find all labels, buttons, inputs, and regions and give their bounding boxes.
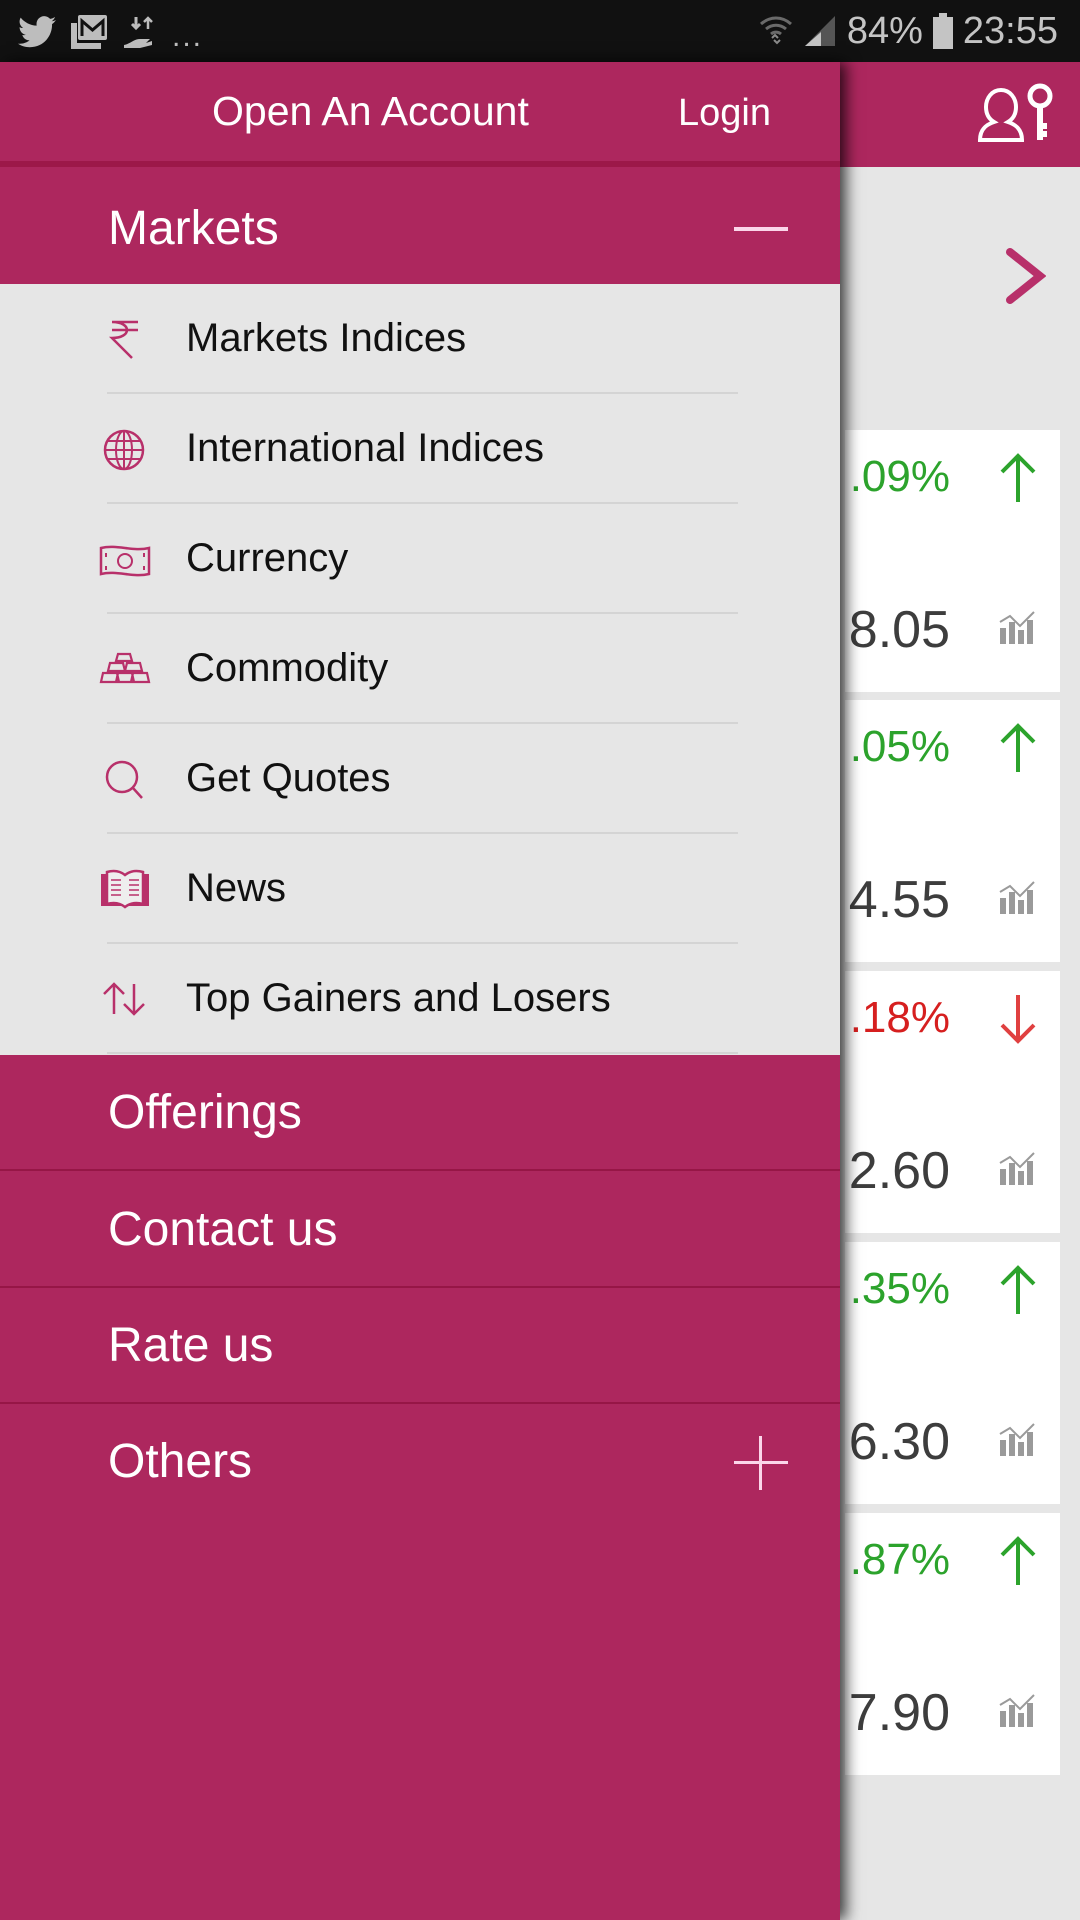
screen: ... 84% 23:55 .09% 8.05 .05% 4.55 .18% 2… [0, 0, 1080, 1920]
clock: 23:55 [962, 9, 1058, 52]
change-percent: .35% [849, 1264, 950, 1313]
change-percent: .05% [849, 722, 950, 771]
gold-bars-icon [99, 652, 151, 684]
more-notifications-indicator: ... [172, 20, 204, 53]
drawer-header: Open An Account Login [0, 62, 840, 167]
menu-item-label: Get Quotes [186, 756, 391, 800]
menu-item-markets-indices[interactable]: Markets Indices [0, 284, 840, 394]
chart-icon[interactable] [998, 608, 1038, 644]
change-percent: .87% [849, 1535, 950, 1584]
collapse-icon[interactable] [734, 227, 788, 231]
twitter-icon [18, 16, 56, 48]
navigation-drawer: Open An Account Login Markets Markets In… [0, 62, 840, 1920]
plus-icon[interactable] [734, 1436, 788, 1490]
price: 7.90 [848, 1684, 950, 1742]
data-transfer-icon [124, 16, 153, 48]
menu-item-label: International Indices [186, 426, 545, 470]
menu-item-international-indices[interactable]: International Indices [0, 394, 840, 504]
menu-item-commodity[interactable]: Commodity [0, 614, 840, 724]
gmail-icon [71, 15, 107, 49]
market-card[interactable]: .18% 2.60 [845, 971, 1060, 1233]
menu-item-label: Top Gainers and Losers [186, 976, 611, 1020]
market-card[interactable]: .35% 6.30 [845, 1242, 1060, 1504]
menu-item-get-quotes[interactable]: Get Quotes [0, 724, 840, 834]
menu-item-label: Commodity [186, 646, 389, 690]
change-percent: .18% [849, 993, 950, 1042]
menu-section-markets[interactable]: Markets [0, 173, 840, 284]
chart-icon[interactable] [998, 878, 1038, 914]
rupee-icon [108, 320, 138, 359]
arrow-up-icon [1000, 723, 1036, 772]
notification-icons: ... [18, 12, 204, 53]
divider [107, 1052, 738, 1054]
price: 8.05 [848, 601, 950, 659]
banknote-icon [99, 545, 151, 577]
battery-percent: 84% [846, 9, 923, 52]
markets-submenu: Markets Indices International Indices Cu… [0, 284, 840, 1117]
market-card[interactable]: .09% 8.05 [845, 430, 1060, 692]
arrow-up-icon [1000, 1536, 1036, 1585]
chart-icon[interactable] [998, 1149, 1038, 1185]
menu-item-label: Markets Indices [186, 316, 467, 360]
wifi-icon [759, 16, 792, 45]
chevron-right-icon[interactable] [1004, 248, 1046, 304]
menu-item-others[interactable]: Others [0, 1404, 840, 1520]
open-book-icon [101, 869, 149, 909]
search-icon [105, 760, 143, 799]
chart-icon[interactable] [998, 1691, 1038, 1727]
arrow-down-icon [1000, 995, 1036, 1044]
menu-item-top-gainers-losers[interactable]: Top Gainers and Losers [0, 944, 840, 1054]
chart-icon[interactable] [998, 1420, 1038, 1456]
system-status: 84% 23:55 [759, 8, 1058, 54]
battery-icon [932, 13, 953, 49]
arrow-up-icon [1000, 1265, 1036, 1314]
price: 2.60 [848, 1142, 950, 1200]
menu-item-contact-us[interactable]: Contact us [0, 1172, 840, 1288]
change-percent: .09% [849, 452, 950, 501]
up-down-arrows-icon [103, 982, 145, 1016]
arrow-up-icon [1000, 453, 1036, 502]
market-card[interactable]: .05% 4.55 [845, 700, 1060, 962]
menu-item-rate-us[interactable]: Rate us [0, 1288, 840, 1404]
menu-item-label: News [186, 866, 287, 910]
menu-item-label: Contact us [108, 1203, 338, 1256]
price: 4.55 [848, 871, 950, 929]
globe-icon [103, 429, 145, 471]
menu-item-label: Others [108, 1435, 253, 1488]
menu-item-label: Currency [186, 536, 349, 580]
menu-item-label: Offerings [108, 1086, 302, 1139]
status-bar: ... 84% 23:55 [0, 0, 1080, 62]
markets-label: Markets [108, 202, 279, 255]
market-card[interactable]: .87% 7.90 [845, 1513, 1060, 1775]
menu-item-news[interactable]: News [0, 834, 840, 944]
signal-icon [804, 16, 835, 46]
menu-item-currency[interactable]: Currency [0, 504, 840, 614]
open-account-button[interactable]: Open An Account [212, 88, 529, 135]
price: 6.30 [848, 1413, 950, 1471]
user-login-key-icon[interactable] [974, 82, 1054, 146]
menu-item-label: Rate us [108, 1319, 274, 1372]
menu-item-offerings[interactable]: Offerings [0, 1055, 840, 1171]
login-button[interactable]: Login [678, 92, 771, 135]
